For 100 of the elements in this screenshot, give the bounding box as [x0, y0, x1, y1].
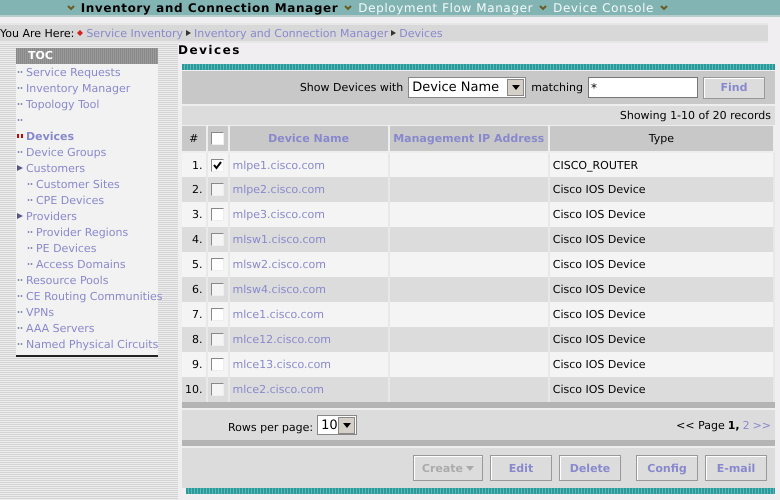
row-checkbox[interactable]	[210, 208, 224, 222]
device-link[interactable]: mlce12.cisco.com	[228, 327, 389, 352]
row-number: 1.	[182, 152, 207, 177]
toc-link[interactable]: Service Requests	[16, 64, 158, 80]
device-link[interactable]: mlpe3.cisco.com	[228, 202, 389, 227]
nav-tab[interactable]: Deployment Flow Manager	[358, 0, 534, 14]
chevron-down-icon	[539, 4, 548, 10]
toc-link[interactable]: Customer Sites	[16, 176, 158, 192]
table-cell: Cisco IOS Device	[548, 177, 774, 202]
toc-link[interactable]: Customers	[16, 160, 158, 176]
row-number: 3.	[182, 202, 207, 227]
table-cell: Cisco IOS Device	[548, 277, 774, 302]
breadcrumb-link[interactable]: Inventory and Connection Manager	[194, 26, 388, 40]
row-checkbox[interactable]	[210, 233, 224, 246]
bullet-icon	[17, 150, 23, 154]
row-checkbox[interactable]	[210, 383, 224, 396]
device-link[interactable]: mlsw4.cisco.com	[228, 277, 389, 302]
diamond-icon	[77, 30, 84, 36]
current-page: 1,	[728, 418, 740, 432]
crumb-arrow-icon	[391, 30, 396, 36]
device-link[interactable]: mlce2.cisco.com	[228, 377, 389, 402]
toc-link[interactable]: VPNs	[16, 304, 158, 320]
toc-link[interactable]: Access Domains	[16, 256, 158, 272]
row-checkbox[interactable]	[210, 358, 224, 372]
table-cell: Cisco IOS Device	[548, 202, 774, 227]
toc-link[interactable]: Devices	[16, 128, 158, 144]
toc-link[interactable]: Inventory Manager	[16, 80, 158, 96]
row-checkbox[interactable]	[210, 258, 224, 272]
toc-link[interactable]: Resource Pools	[16, 272, 158, 288]
device-link[interactable]: mlpe2.cisco.com	[228, 177, 389, 202]
table-cell: CISCO_ROUTER	[548, 152, 774, 177]
page-link[interactable]: 2	[742, 418, 750, 432]
action-button[interactable]: Delete	[559, 455, 621, 481]
bullet-icon	[17, 310, 23, 314]
toc-link[interactable]: Topology Tool	[16, 96, 158, 112]
table-cell: Cisco IOS Device	[548, 227, 774, 252]
row-number: 5.	[182, 252, 207, 277]
search-field[interactable]: *	[588, 77, 698, 98]
find-button[interactable]: Find	[703, 76, 765, 98]
bullet-icon	[17, 118, 23, 122]
nav-tab[interactable]: Inventory and Connection Manager	[80, 0, 338, 14]
column-header[interactable]: Management IP Address	[388, 126, 549, 152]
row-checkbox[interactable]	[210, 183, 224, 196]
bullet-icon	[17, 326, 23, 330]
device-link[interactable]: mlce1.cisco.com	[228, 302, 389, 327]
expand-arrow-icon	[17, 165, 23, 171]
bullet-icon	[27, 182, 33, 186]
toc-link[interactable]: AAA Servers	[16, 320, 158, 336]
action-button[interactable]: Edit	[490, 455, 552, 481]
next-link[interactable]: >>	[752, 418, 771, 432]
table-cell: Cisco IOS Device	[548, 327, 774, 352]
nav-tab[interactable]: Device Console	[553, 0, 654, 14]
expand-arrow-icon	[17, 213, 23, 219]
toc-title: TOC	[16, 48, 158, 64]
device-link[interactable]: mlpe1.cisco.com	[228, 152, 389, 177]
table-cell: Cisco IOS Device	[548, 377, 774, 402]
breadcrumb-link[interactable]: Service Inventory	[86, 26, 184, 40]
column-header: #	[182, 126, 207, 152]
row-number: 2.	[182, 177, 207, 202]
dropdown-arrow-icon	[342, 422, 351, 428]
toc-link[interactable]: Providers	[16, 208, 158, 224]
device-link[interactable]: mlce13.cisco.com	[228, 352, 389, 377]
toc-link[interactable]: Named Physical Circuits	[16, 336, 158, 352]
row-number: 9.	[182, 352, 207, 377]
dropdown-arrow-icon	[466, 466, 474, 470]
action-button[interactable]: E-mail	[705, 455, 767, 481]
bullet-icon	[17, 134, 23, 138]
toc-link[interactable]: Device Groups	[16, 144, 158, 160]
row-checkbox[interactable]	[210, 158, 224, 172]
crumb-arrow-icon	[186, 30, 192, 36]
page-title: Devices	[178, 43, 242, 59]
toc-link[interactable]: Provider Regions	[16, 224, 158, 240]
device-link[interactable]: mlsw2.cisco.com	[228, 252, 389, 277]
toc-link[interactable]: CPE Devices	[16, 192, 158, 208]
rows-per-page-select[interactable]: 10	[317, 415, 358, 435]
breadcrumb-label: You Are Here:	[0, 26, 74, 40]
row-checkbox[interactable]	[210, 283, 224, 296]
bullet-icon	[17, 278, 23, 282]
action-button[interactable]: Config	[636, 455, 698, 481]
breadcrumb-link[interactable]: Devices	[399, 26, 443, 40]
row-number: 4.	[182, 227, 207, 252]
row-checkbox[interactable]	[210, 308, 224, 322]
page-label: << Page	[676, 418, 725, 432]
device-link[interactable]: mlsw1.cisco.com	[228, 227, 389, 252]
row-number: 8.	[182, 327, 207, 352]
chevron-down-icon	[660, 4, 668, 10]
record-count: Showing 1-10 of 20 records	[620, 109, 771, 122]
column-header: Type	[548, 126, 774, 152]
chevron-down-icon	[344, 4, 352, 10]
field-select[interactable]: Device Name	[408, 77, 526, 98]
table-cell: Cisco IOS Device	[548, 352, 774, 377]
row-number: 6.	[182, 277, 207, 302]
select-all-checkbox[interactable]	[211, 132, 224, 146]
filter-label: Show Devices with	[300, 81, 404, 94]
toc-link[interactable]: PE Devices	[16, 240, 158, 256]
bullet-icon	[27, 262, 33, 266]
bullet-icon	[17, 70, 23, 74]
column-header[interactable]: Device Name	[228, 126, 389, 152]
row-number: 7.	[182, 302, 207, 327]
row-checkbox[interactable]	[210, 333, 224, 346]
